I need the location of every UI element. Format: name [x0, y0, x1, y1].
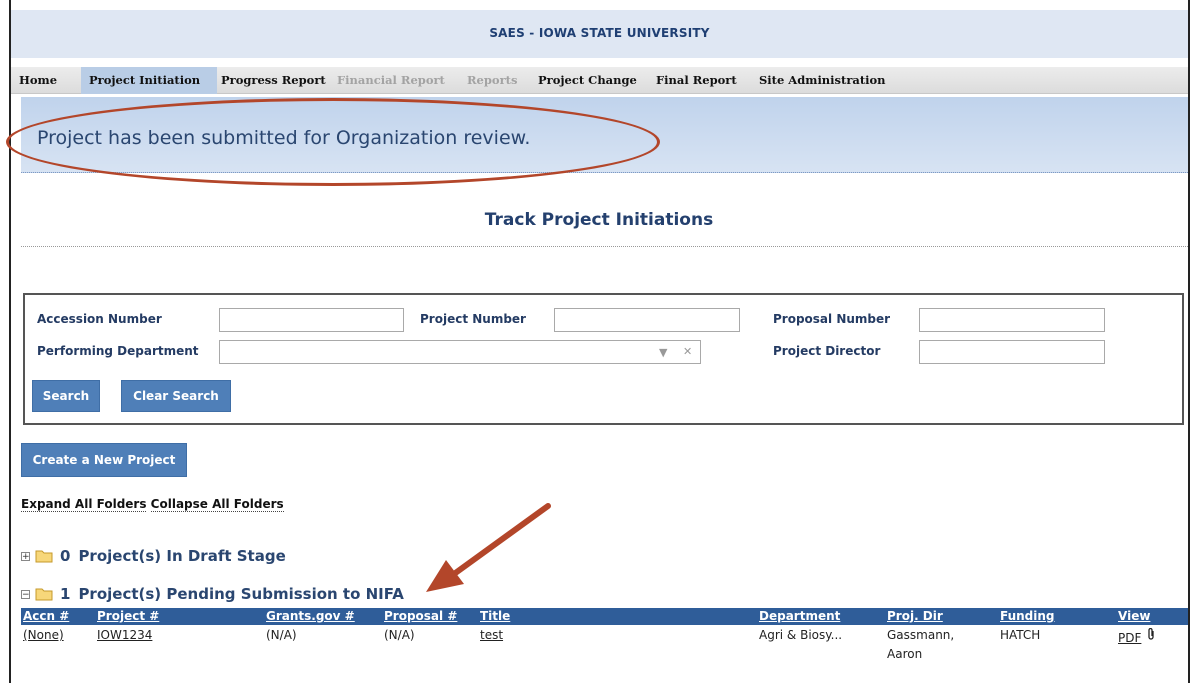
col-department[interactable]: Department	[759, 609, 840, 623]
performing-department-label: Performing Department	[37, 344, 199, 358]
cell-funding: HATCH	[1000, 628, 1041, 642]
nav-site-administration[interactable]: Site Administration	[751, 67, 894, 94]
col-grants[interactable]: Grants.gov #	[266, 609, 355, 623]
col-title[interactable]: Title	[480, 609, 510, 623]
annotation-arrow	[426, 503, 551, 592]
folder-draft-stage[interactable]: + 0 Project(s) In Draft Stage	[21, 547, 286, 565]
cell-view-pdf[interactable]: PDF	[1118, 631, 1141, 645]
proposal-number-input[interactable]	[919, 308, 1105, 332]
cell-director-last: Gassmann,	[887, 628, 955, 642]
col-proposal[interactable]: Proposal #	[384, 609, 457, 623]
folder-icon	[35, 588, 53, 601]
page-title: Track Project Initiations	[484, 210, 714, 230]
nav-project-initiation[interactable]: Project Initiation	[81, 67, 217, 94]
cell-project[interactable]: IOW1234	[97, 628, 152, 642]
cell-proposal: (N/A)	[384, 628, 415, 642]
performing-department-select[interactable]	[219, 340, 701, 364]
table-header-row: Accn # Project # Grants.gov # Proposal #…	[21, 608, 1188, 625]
accession-number-input[interactable]	[219, 308, 404, 332]
project-director-label: Project Director	[773, 344, 881, 358]
col-project[interactable]: Project #	[97, 609, 159, 623]
title-divider	[21, 246, 1188, 247]
project-director-input[interactable]	[919, 340, 1105, 364]
project-number-input[interactable]	[554, 308, 740, 332]
site-title: SAES - IOWA STATE UNIVERSITY	[489, 26, 710, 40]
cell-accn[interactable]: (None)	[23, 628, 64, 642]
col-view[interactable]: View	[1118, 609, 1150, 623]
main-nav: Home Project Initiation Progress Report …	[11, 67, 1188, 94]
create-new-project-button[interactable]: Create a New Project	[21, 443, 187, 477]
site-header: SAES - IOWA STATE UNIVERSITY	[11, 10, 1188, 58]
search-button[interactable]: Search	[32, 380, 100, 412]
cell-title[interactable]: test	[480, 628, 503, 642]
collapse-icon[interactable]: −	[21, 589, 30, 599]
folder-count: 0	[60, 547, 71, 565]
nav-final-report[interactable]: Final Report	[648, 67, 745, 94]
accession-number-label: Accession Number	[37, 312, 162, 326]
cell-department: Agri & Biosy...	[759, 628, 843, 642]
cell-director-first: Aaron	[887, 647, 923, 661]
col-funding[interactable]: Funding	[1000, 609, 1055, 623]
col-accn[interactable]: Accn #	[23, 609, 69, 623]
nav-project-change[interactable]: Project Change	[530, 67, 645, 94]
folder-count: 1	[60, 585, 71, 603]
nav-home[interactable]: Home	[11, 67, 65, 94]
clear-x-icon[interactable]: ✕	[683, 345, 692, 358]
nav-progress-report[interactable]: Progress Report	[213, 67, 334, 94]
expand-all-folders-link[interactable]: Expand All Folders	[21, 497, 147, 512]
clear-search-button[interactable]: Clear Search	[121, 380, 231, 412]
nav-reports: Reports	[467, 73, 518, 87]
folder-label: Project(s) In Draft Stage	[78, 547, 286, 565]
expand-icon[interactable]: +	[21, 551, 30, 561]
project-number-label: Project Number	[420, 312, 526, 326]
paperclip-icon[interactable]	[1147, 628, 1156, 641]
nav-financial-report: Financial Report	[337, 73, 445, 87]
collapse-all-folders-link[interactable]: Collapse All Folders	[150, 497, 284, 512]
cell-grants: (N/A)	[266, 628, 297, 642]
folder-links: Expand All Folders Collapse All Folders	[21, 497, 284, 512]
proposal-number-label: Proposal Number	[773, 312, 891, 326]
col-proj-dir[interactable]: Proj. Dir	[887, 609, 943, 623]
folder-pending-submission[interactable]: − 1 Project(s) Pending Submission to NIF…	[21, 585, 404, 603]
annotation-oval	[6, 98, 660, 186]
folder-label: Project(s) Pending Submission to NIFA	[78, 585, 404, 603]
chevron-down-icon[interactable]: ▼	[659, 346, 667, 359]
folder-icon	[35, 550, 53, 563]
